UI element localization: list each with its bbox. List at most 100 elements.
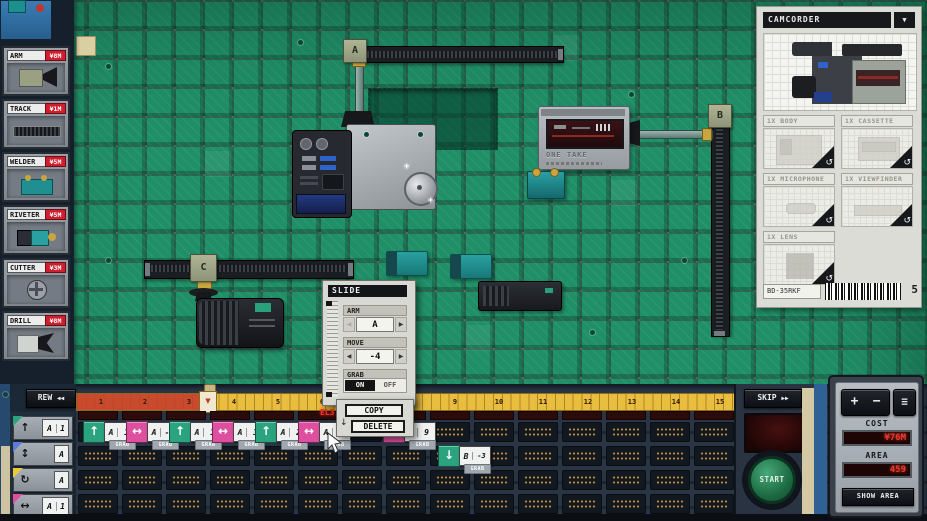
skip-button[interactable]: SKIP ▶▶ <box>744 389 802 408</box>
timeline-deck: REW ◀◀ ↑ A1 ↕ A ↻ A ↔ A1 GRAB 1 <box>0 384 927 521</box>
slider-a-tag[interactable]: A <box>343 39 367 63</box>
arm-b-collar <box>702 128 712 141</box>
part-slot-microphone[interactable]: 1X MICROPHONE ↺ <box>763 173 835 227</box>
rew-button[interactable]: REW ◀◀ <box>26 389 76 408</box>
timeline-slot[interactable] <box>342 494 382 514</box>
ruler-number: 13 <box>625 398 639 406</box>
rotate-icon[interactable]: ↺ <box>825 216 833 226</box>
timeline-slot[interactable] <box>342 470 382 490</box>
template-move-up[interactable]: ↑ A1 <box>13 416 73 440</box>
dropdown-button[interactable]: ▼ <box>894 12 915 28</box>
product-code: BD-35RKF <box>763 284 821 299</box>
part-label: 1X CASSETTE <box>841 115 913 127</box>
rotate-icon[interactable]: ↺ <box>903 216 911 226</box>
template-move-vertical[interactable]: ↕ A <box>13 442 73 466</box>
slider-c-tag[interactable]: C <box>190 254 217 282</box>
part-slot-body[interactable]: 1X BODY ↺ <box>763 115 835 169</box>
timeline-slot[interactable] <box>474 494 514 514</box>
ruler-number: 3 <box>182 398 196 406</box>
timeline-slot[interactable] <box>430 494 470 514</box>
grab-toggle[interactable]: ON OFF <box>343 378 407 393</box>
playhead-marker[interactable]: ▼ <box>199 391 217 413</box>
led-panel <box>254 411 294 420</box>
build-item-arm[interactable]: ARM ¥8M <box>2 46 70 96</box>
command-block[interactable]: ↓ B-3 GRAB <box>438 445 488 467</box>
step-left-button[interactable]: ◀ <box>343 349 355 364</box>
plus-button[interactable]: + <box>843 390 866 414</box>
timeline-slot[interactable] <box>606 446 646 466</box>
part-slot-cassette[interactable]: 1X CASSETTE ↺ <box>841 115 913 169</box>
menu-button[interactable]: ≡ <box>893 389 916 416</box>
timeline-slot[interactable] <box>694 470 734 490</box>
timeline-slot[interactable] <box>298 494 338 514</box>
timeline-slot[interactable] <box>210 470 250 490</box>
timeline-slot[interactable] <box>474 422 514 442</box>
minus-button[interactable]: − <box>865 390 888 414</box>
step-right-button[interactable]: ▶ <box>395 349 407 364</box>
copy-button[interactable]: COPY <box>345 404 403 417</box>
toggle-on[interactable]: ON <box>345 380 375 391</box>
template-rotate[interactable]: ↻ A <box>13 468 73 492</box>
timeline-slot[interactable] <box>298 470 338 490</box>
track-c[interactable] <box>144 260 354 279</box>
timeline-slot[interactable] <box>562 494 602 514</box>
timeline-slot[interactable] <box>430 422 470 442</box>
timeline-slot[interactable] <box>562 470 602 490</box>
build-item-track[interactable]: TRACK ¥1M <box>2 99 70 149</box>
rotate-icon[interactable]: ↺ <box>825 158 833 168</box>
build-item-drill[interactable]: DRILL ¥8M <box>2 311 70 361</box>
board-screw <box>629 92 634 97</box>
part-slot-viewfinder[interactable]: 1X VIEWFINDER ↺ <box>841 173 913 227</box>
timeline-slot[interactable] <box>562 422 602 442</box>
template-num: 1 <box>56 502 68 511</box>
timeline-slot[interactable] <box>562 446 602 466</box>
camcorder-body-assembly[interactable] <box>292 120 434 216</box>
timeline-slot[interactable] <box>78 494 118 514</box>
timeline-slot[interactable] <box>166 470 206 490</box>
timeline-slot[interactable] <box>386 494 426 514</box>
timeline-slot[interactable] <box>254 470 294 490</box>
led-panel <box>606 411 646 420</box>
start-button[interactable]: START <box>748 456 796 504</box>
timeline-slot[interactable] <box>518 422 558 442</box>
timeline-slot[interactable] <box>518 494 558 514</box>
timeline-slot[interactable] <box>210 494 250 514</box>
timeline-slot[interactable] <box>606 470 646 490</box>
timeline-slot[interactable] <box>518 470 558 490</box>
timeline-slot[interactable] <box>606 422 646 442</box>
microphone-part[interactable] <box>386 251 428 276</box>
lens-part[interactable] <box>196 298 284 348</box>
timeline-slot[interactable] <box>606 494 646 514</box>
track-b[interactable] <box>711 110 730 337</box>
slider-b-tag[interactable]: B <box>708 104 732 128</box>
timeline-slot[interactable] <box>694 422 734 442</box>
build-item-riveter[interactable]: RIVETER ¥5M <box>2 205 70 255</box>
timeline-slot[interactable] <box>78 470 118 490</box>
build-item-cutter[interactable]: CUTTER ¥3M <box>2 258 70 308</box>
timeline-slot[interactable] <box>386 470 426 490</box>
timeline-slot[interactable] <box>650 494 690 514</box>
toggle-off[interactable]: OFF <box>378 380 402 391</box>
timeline-slot[interactable] <box>650 422 690 442</box>
timeline-slot[interactable] <box>518 446 558 466</box>
microphone-part[interactable] <box>450 254 492 279</box>
part-slot-lens[interactable]: 1X LENS ↺ <box>763 231 835 285</box>
timeline-slot[interactable] <box>122 494 162 514</box>
timeline-slot[interactable] <box>650 446 690 466</box>
welder-part[interactable] <box>527 171 565 199</box>
timeline-slot[interactable] <box>166 494 206 514</box>
rotate-icon[interactable]: ↺ <box>903 158 911 168</box>
one-take-machine[interactable]: ONE TAKE <box>538 106 630 170</box>
show-area-button[interactable]: SHOW AREA <box>842 488 914 506</box>
track-a[interactable] <box>352 46 564 63</box>
timeline-slot[interactable] <box>694 494 734 514</box>
build-item-welder[interactable]: WELDER ¥5M <box>2 152 70 202</box>
delete-button[interactable]: DELETE <box>351 420 405 433</box>
timeline-slot[interactable] <box>650 470 690 490</box>
step-right-button[interactable]: ▶ <box>395 317 407 332</box>
timeline-slot[interactable] <box>122 470 162 490</box>
timeline-slot[interactable] <box>694 446 734 466</box>
timeline-slot[interactable] <box>254 494 294 514</box>
viewfinder-part[interactable] <box>478 281 562 311</box>
step-left-button[interactable]: ◀ <box>343 317 355 332</box>
